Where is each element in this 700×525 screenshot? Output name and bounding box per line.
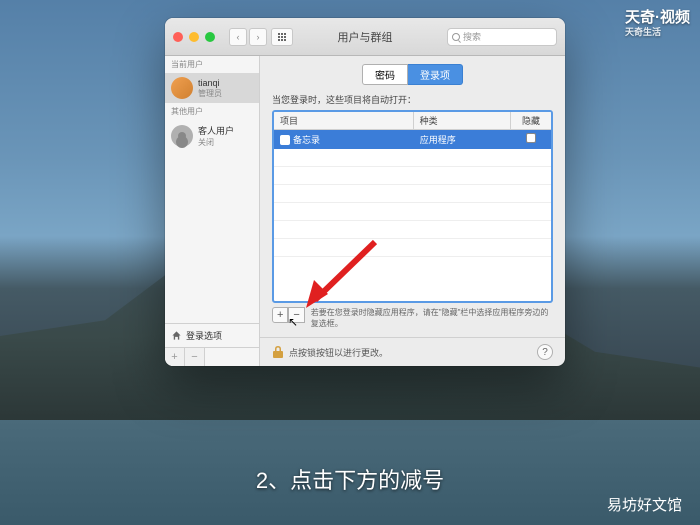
other-user-section: 其他用户 [165, 103, 259, 120]
system-preferences-window: ‹ › 用户与群组 搜索 当前用户 tianqi 管理员 其他用户 [165, 18, 565, 366]
add-item-button[interactable]: + [272, 307, 288, 323]
tab-login-items[interactable]: 登录项 [408, 64, 463, 85]
column-item: 项目 [274, 112, 414, 129]
sidebar-user-guest[interactable]: 客人用户 关闭 [165, 120, 259, 152]
avatar [171, 77, 193, 99]
avatar [171, 125, 193, 147]
subtitle-caption: 2、点击下方的减号 [256, 463, 444, 495]
close-button[interactable] [173, 32, 183, 42]
current-user-section: 当前用户 [165, 56, 259, 73]
show-all-button[interactable] [271, 28, 293, 46]
main-panel: 密码 登录项 当您登录时，这些项目将自动打开： 项目 种类 隐藏 备忘录 应用程… [260, 56, 565, 337]
forward-button[interactable]: › [249, 28, 267, 46]
tab-password[interactable]: 密码 [362, 64, 408, 85]
column-kind: 种类 [414, 112, 511, 129]
remove-item-button[interactable]: − [288, 307, 304, 323]
minimize-button[interactable] [189, 32, 199, 42]
login-items-table[interactable]: 项目 种类 隐藏 备忘录 应用程序 [272, 110, 553, 303]
window-titlebar: ‹ › 用户与群组 搜索 [165, 18, 565, 56]
window-title: 用户与群组 [338, 29, 393, 45]
search-icon [452, 33, 460, 41]
sidebar-user-current[interactable]: tianqi 管理员 [165, 73, 259, 103]
watermark-bottom-right: 易坊好文馆 [607, 494, 682, 515]
login-options-button[interactable]: 登录选项 [165, 323, 259, 347]
grid-icon [278, 33, 286, 41]
watermark-top-right: 天奇·视频 天奇生活 [625, 6, 690, 38]
help-button[interactable]: ? [537, 344, 553, 360]
traffic-lights [173, 32, 215, 42]
home-icon [171, 330, 182, 341]
column-hide: 隐藏 [511, 112, 551, 129]
lock-row: 点按锁按钮以进行更改。 ? [260, 337, 565, 366]
hide-checkbox[interactable] [526, 133, 536, 143]
back-button[interactable]: ‹ [229, 28, 247, 46]
add-user-button[interactable]: + [165, 348, 185, 366]
description-text: 当您登录时，这些项目将自动打开： [272, 93, 553, 106]
app-icon [280, 135, 290, 145]
tabs: 密码 登录项 [272, 64, 553, 85]
lock-icon[interactable] [272, 345, 284, 359]
remove-user-button[interactable]: − [185, 348, 205, 366]
search-input[interactable]: 搜索 [447, 28, 557, 46]
users-sidebar: 当前用户 tianqi 管理员 其他用户 客人用户 关闭 登录选项 [165, 56, 260, 366]
hint-text: 若要在您登录时隐藏应用程序，请在"隐藏"栏中选择应用程序旁边的复选框。 [311, 307, 553, 329]
maximize-button[interactable] [205, 32, 215, 42]
table-row[interactable]: 备忘录 应用程序 [274, 130, 551, 149]
